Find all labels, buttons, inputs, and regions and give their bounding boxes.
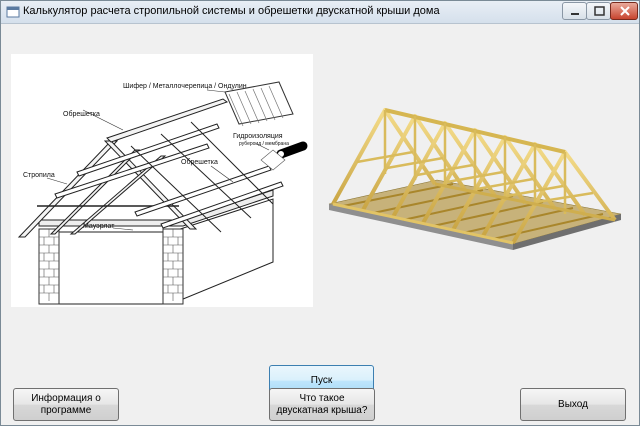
label-roofing: Шифер / Металлочерепица / Ондулин [123, 83, 247, 90]
truss-frame-3d-image [323, 104, 623, 274]
window-title: Калькулятор расчета стропильной системы … [23, 5, 440, 17]
label-insulation-sub: рубероид / мембрана [239, 141, 289, 147]
app-window: Калькулятор расчета стропильной системы … [0, 0, 640, 426]
close-icon [620, 6, 630, 16]
title-bar[interactable]: Калькулятор расчета стропильной системы … [1, 1, 639, 24]
brick-column-middle [162, 228, 184, 305]
label-batten-top: Обрешетка [63, 110, 100, 118]
brick-column-left [38, 228, 60, 305]
label-wall-plate: Мауэрлат [83, 223, 115, 230]
maximize-icon [594, 6, 605, 16]
roof-structure-diagram: Шифер / Металлочерепица / Ондулин Обреше… [11, 54, 313, 307]
what-is-gable-roof-button[interactable]: Что такое двускатная крыша? [269, 388, 375, 421]
app-icon [6, 6, 20, 18]
exit-button[interactable]: Выход [520, 388, 626, 421]
program-info-button[interactable]: Информация о программе [13, 388, 119, 421]
maximize-button[interactable] [586, 2, 611, 20]
client-area: Шифер / Металлочерепица / Ондулин Обреше… [1, 24, 639, 425]
label-rafters: Стропила [23, 172, 55, 179]
minimize-button[interactable] [562, 2, 587, 20]
close-button[interactable] [610, 2, 638, 20]
label-insulation: Гидроизоляция [233, 133, 283, 140]
label-batten-right: Обрешетка [181, 158, 218, 166]
minimize-icon [571, 13, 579, 15]
